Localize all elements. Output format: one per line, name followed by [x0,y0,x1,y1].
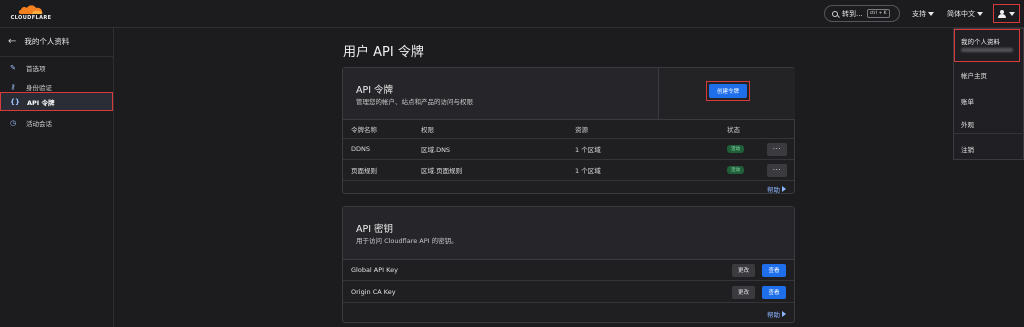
key-name: Global API Key [351,266,398,274]
support-menu[interactable]: 支持 [912,9,934,19]
token-resource: 1 个区域 [575,146,601,154]
user-dropdown-menu: 我的个人资料 帐户主页 账单 外观 注销 [953,28,1024,160]
chevron-right-icon [782,186,786,192]
view-key-button[interactable]: 查看 [762,263,786,277]
table-row: Origin CA Key 更改 查看 [343,282,794,303]
view-key-button[interactable]: 查看 [762,285,786,299]
menu-item-my-profile[interactable]: 我的个人资料 [954,29,1020,62]
chevron-down-icon [928,12,934,16]
menu-item-billing[interactable]: 账单 [954,96,1024,106]
table-row: DDNS 区域.DNS 1 个区域 活动 ··· [343,139,794,160]
help-label: 帮助 [767,186,780,194]
token-permission: 区域.页面规则 [421,167,463,175]
change-key-button[interactable]: 更改 [732,263,755,277]
token-name: 页面规则 [351,167,377,175]
key-name: Origin CA Key [351,288,396,296]
token-name: DDNS [351,145,370,153]
menu-item-label: 我的个人资料 [961,38,1000,46]
card-actions: 创建令牌 [659,68,795,120]
arrow-left-icon: ← [8,35,17,47]
row-menu-button[interactable]: ··· [767,142,787,156]
api-tokens-card: API 令牌 管理您的帐户、站点和产品的访问与权限 创建令牌 令牌名称 权限 资… [342,67,795,194]
card-title: API 令牌 [356,85,394,96]
change-key-button[interactable]: 更改 [732,285,755,299]
language-menu[interactable]: 简体中文 [947,9,983,19]
sidebar-item-label: 活动会话 [26,119,52,128]
column-header[interactable]: 令牌名称 [351,124,377,134]
column-header[interactable]: 权限 [421,124,434,134]
token-permission: 区域.DNS [421,146,451,154]
divider [954,133,1024,134]
search-shortcut: ctrl + K [866,9,890,18]
card-header: API 令牌 管理您的帐户、站点和产品的访问与权限 [343,68,659,120]
create-token-button[interactable]: 创建令牌 [709,84,747,98]
code-braces-icon: {} [10,97,20,106]
create-token-highlight: 创建令牌 [706,81,750,101]
redacted-email [961,48,1013,52]
sidebar-item-preferences[interactable]: ✎ 首选项 [0,58,113,77]
sidebar-item-label: 首选项 [26,64,46,73]
page-title: 用户 API 令牌 [343,45,424,60]
card-header: API 密钥 用于访问 Cloudflare API 的密钥。 [343,207,794,260]
chevron-down-icon [1009,11,1015,16]
pencil-icon: ✎ [10,63,16,72]
menu-item-logout[interactable]: 注销 [954,144,1024,154]
card-subtitle: 管理您的帐户、站点和产品的访问与权限 [356,98,473,106]
status-badge: 活动 [727,145,744,153]
user-menu-button[interactable] [993,4,1020,23]
user-icon [998,9,1006,18]
sidebar-item-label: 身份验证 [26,83,52,92]
sidebar: ← 我的个人资料 ✎ 首选项 ⚷ 身份验证 {} API 令牌 ◷ 活动会话 [0,28,114,327]
column-header[interactable]: 资源 [575,124,588,134]
sidebar-title: 我的个人资料 [24,37,70,46]
top-bar: CLOUDFLARE 转到... ctrl + K 支持 简体中文 [0,0,1024,28]
menu-item-appearance[interactable]: 外观 [954,119,1024,129]
api-keys-card: API 密钥 用于访问 Cloudflare API 的密钥。 Global A… [342,206,795,323]
sidebar-item-api-tokens[interactable]: {} API 令牌 [0,92,113,111]
help-label: 帮助 [767,311,780,319]
help-link[interactable]: 帮助 [767,184,786,194]
language-label: 简体中文 [947,10,975,18]
token-resource: 1 个区域 [575,167,601,175]
card-title: API 密钥 [356,224,394,235]
menu-item-account-home[interactable]: 帐户主页 [954,70,1024,80]
logo-text: CLOUDFLARE [10,15,52,21]
support-label: 支持 [912,10,926,18]
cloudflare-logo[interactable]: CLOUDFLARE [6,4,56,24]
sidebar-item-label: API 令牌 [27,98,55,107]
chevron-down-icon [977,12,983,16]
help-link[interactable]: 帮助 [767,309,786,319]
table-header: 令牌名称 权限 资源 状态 [343,120,794,139]
clock-icon: ◷ [9,118,17,127]
search-icon [832,10,838,17]
table-row: Global API Key 更改 查看 [343,260,794,281]
row-menu-button[interactable]: ··· [767,163,787,177]
divider [0,56,113,57]
cloud-icon [18,5,43,14]
chevron-right-icon [782,311,786,317]
back-to-profile[interactable]: ← 我的个人资料 [8,36,69,47]
column-header[interactable]: 状态 [727,124,740,134]
sidebar-item-active-sessions[interactable]: ◷ 活动会话 [0,113,113,132]
table-row: 页面规则 区域.页面规则 1 个区域 活动 ··· [343,160,794,181]
status-badge: 活动 [727,166,744,174]
key-icon: ⚷ [10,82,16,91]
search-bar[interactable]: 转到... ctrl + K [824,5,900,22]
search-label: 转到... [842,9,863,18]
card-subtitle: 用于访问 Cloudflare API 的密钥。 [356,237,458,245]
